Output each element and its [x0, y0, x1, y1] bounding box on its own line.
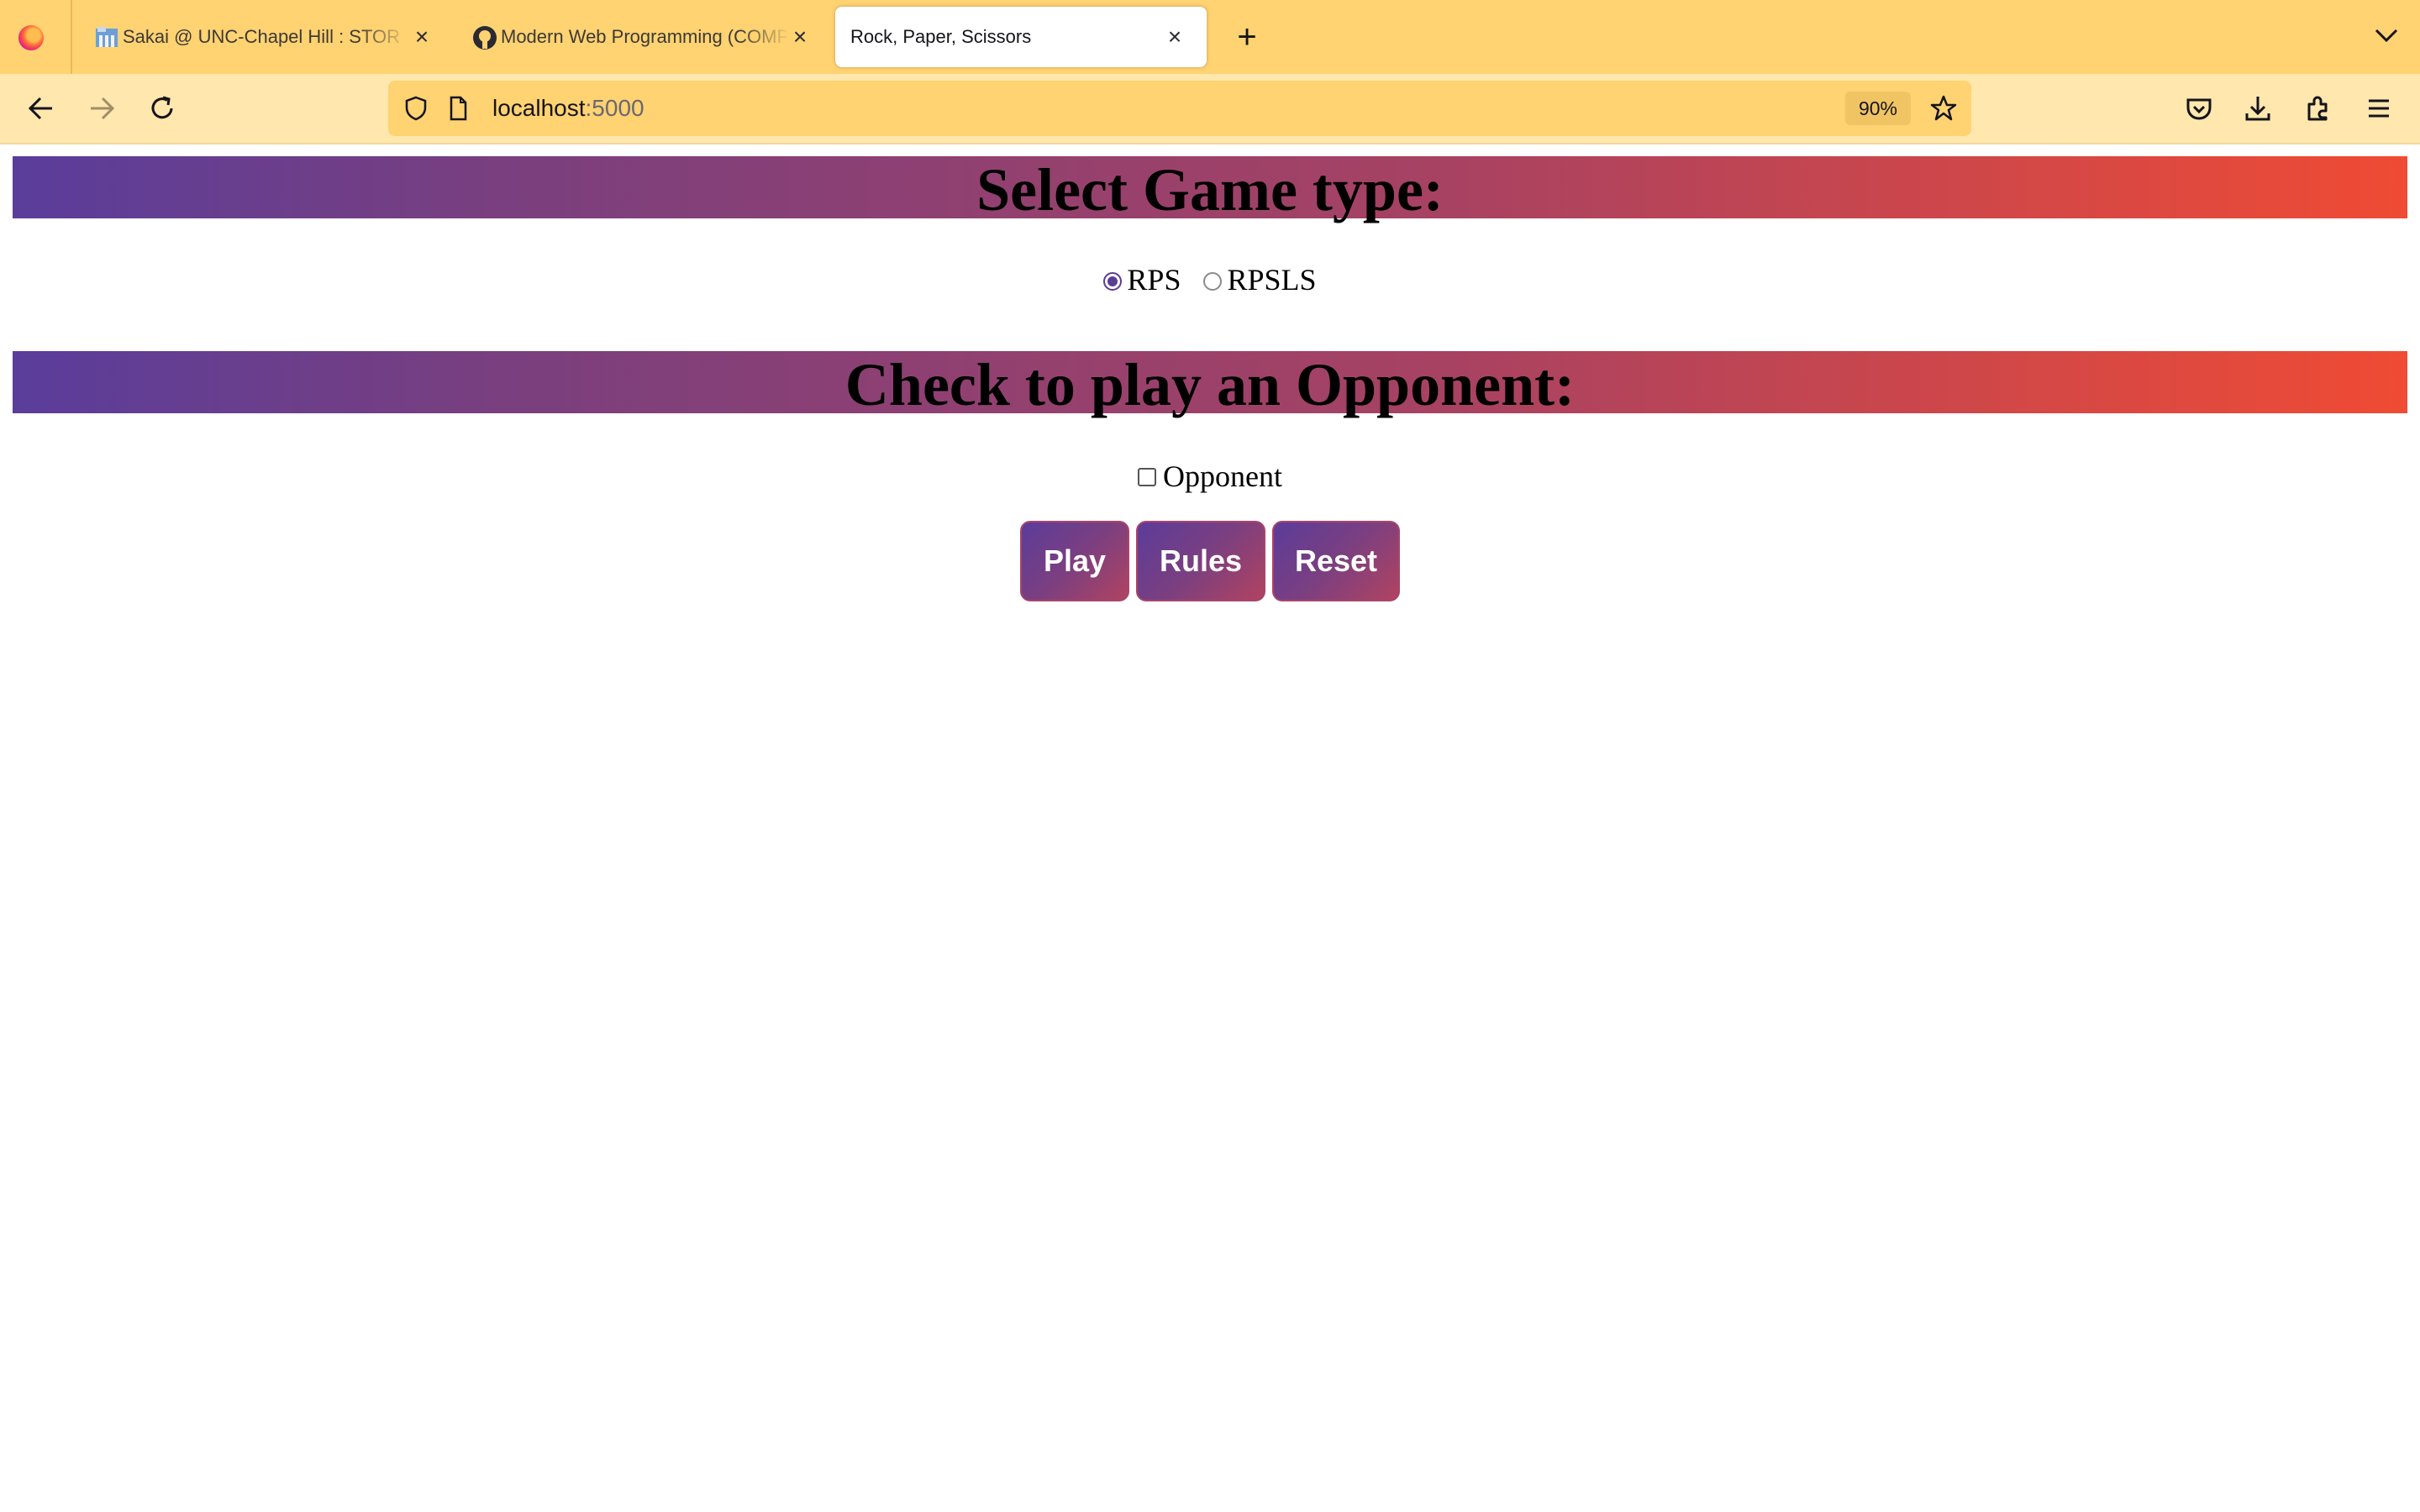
close-tab-icon[interactable]: ×: [1160, 22, 1190, 52]
tab-rps[interactable]: Rock, Paper, Scissors ×: [835, 7, 1207, 67]
url-port: :5000: [585, 95, 644, 121]
radio-option-rpsls[interactable]: RPSLS: [1203, 263, 1317, 297]
opponent-option: Opponent: [0, 459, 2420, 494]
pocket-icon[interactable]: [2178, 87, 2220, 129]
new-tab-button[interactable]: +: [1227, 17, 1267, 57]
menu-icon[interactable]: [2358, 87, 2400, 129]
nav-bar: localhost:5000 90%: [0, 74, 2420, 144]
close-tab-icon[interactable]: ×: [785, 22, 815, 52]
github-icon: [473, 26, 497, 50]
url-host: localhost: [492, 95, 586, 121]
tab-sakai[interactable]: Sakai @ UNC-Chapel Hill : STOR ×: [79, 7, 449, 67]
tab-bar: Sakai @ UNC-Chapel Hill : STOR × Modern …: [0, 0, 2420, 74]
tab-title: Rock, Paper, Scissors: [850, 26, 1032, 47]
url-text[interactable]: localhost:5000: [492, 81, 644, 136]
play-button[interactable]: Play: [1020, 521, 1129, 601]
rps-label: RPS: [1127, 263, 1181, 297]
tab-github[interactable]: Modern Web Programming (COMP ×: [457, 7, 823, 67]
shield-icon[interactable]: [402, 94, 430, 123]
tab-fade: [358, 7, 408, 67]
extensions-icon[interactable]: [2297, 87, 2339, 129]
opponent-label: Opponent: [1163, 459, 1282, 493]
reload-icon[interactable]: [141, 87, 183, 129]
rules-button[interactable]: Rules: [1136, 521, 1265, 601]
page-content: Select Game type: RPS RPSLS Check to pla…: [0, 144, 2420, 1512]
opponent-checkbox[interactable]: [1138, 468, 1156, 487]
bookmark-star-icon[interactable]: [1929, 94, 1958, 123]
page-icon[interactable]: [444, 94, 472, 123]
game-type-options: RPS RPSLS: [0, 262, 2420, 297]
close-tab-icon[interactable]: ×: [407, 22, 437, 52]
sakai-icon: [96, 27, 118, 47]
opponent-heading: Check to play an Opponent:: [844, 351, 1576, 418]
opponent-banner: Check to play an Opponent:: [13, 351, 2407, 418]
tab-fade: [739, 7, 790, 67]
action-buttons: Play Rules Reset: [1020, 521, 1400, 601]
firefox-icon[interactable]: [18, 25, 44, 50]
rps-radio[interactable]: [1103, 271, 1123, 291]
rpsls-label: RPSLS: [1227, 263, 1317, 297]
chevron-down-icon[interactable]: [2370, 18, 2403, 52]
tab-separator: [71, 0, 72, 74]
reset-button[interactable]: Reset: [1272, 521, 1400, 601]
radio-option-rps[interactable]: RPS: [1103, 263, 1188, 297]
url-bar[interactable]: localhost:5000 90%: [388, 81, 1971, 136]
download-icon[interactable]: [2237, 87, 2279, 129]
opponent-checkbox-label[interactable]: Opponent: [1138, 459, 1282, 493]
rpsls-radio[interactable]: [1203, 271, 1223, 291]
game-type-heading: Select Game type:: [976, 156, 1444, 223]
game-type-banner: Select Game type:: [13, 156, 2407, 223]
forward-arrow-icon[interactable]: [81, 87, 123, 129]
back-arrow-icon[interactable]: [20, 87, 62, 129]
zoom-level-button[interactable]: 90%: [1845, 92, 1911, 125]
